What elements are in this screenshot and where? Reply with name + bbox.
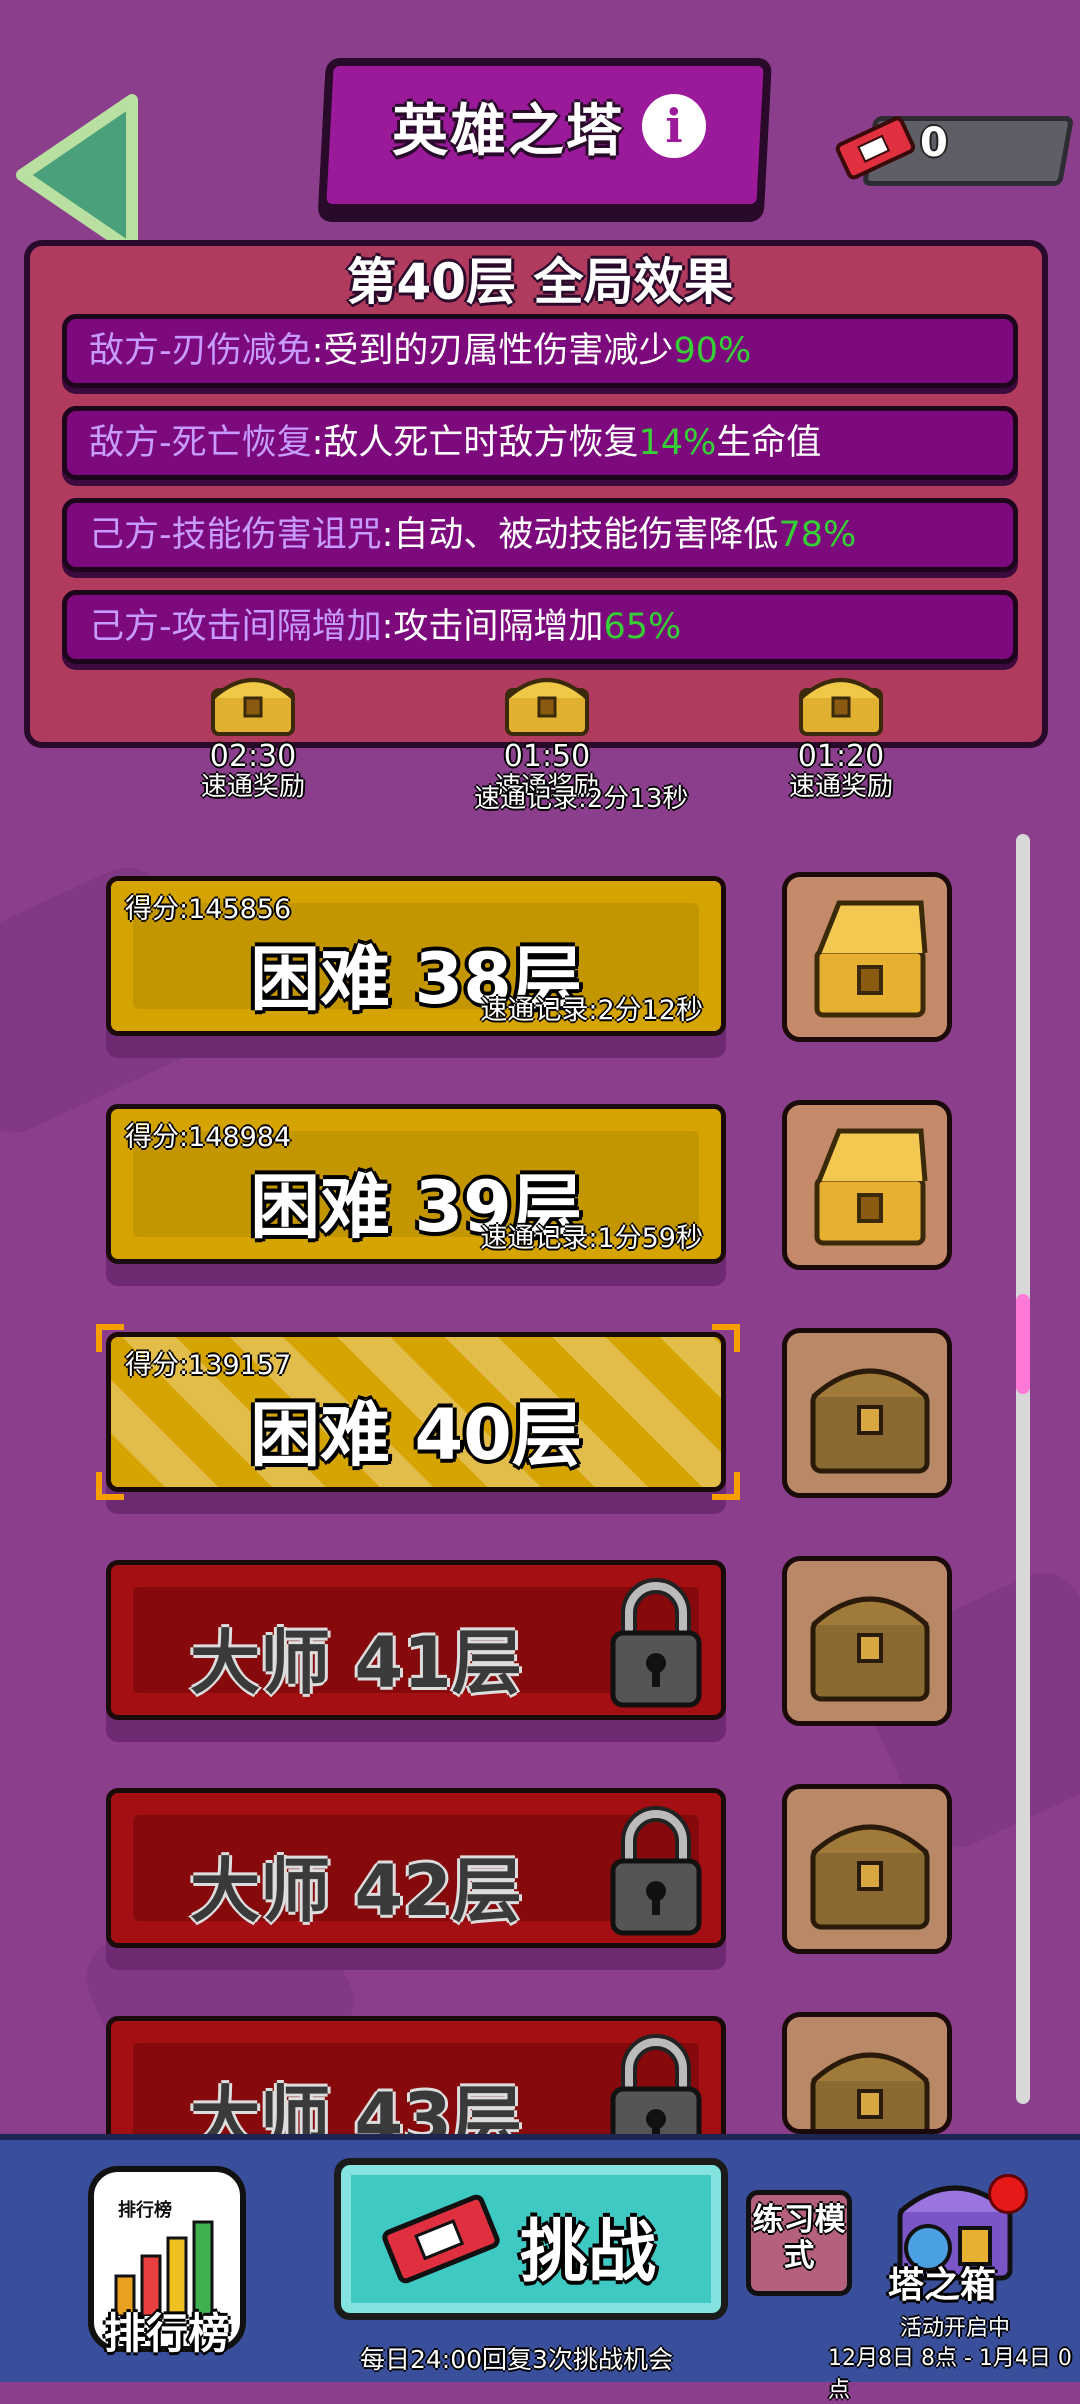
ticket-icon	[835, 116, 916, 180]
effect-label: 己方-技能伤害诅咒	[89, 515, 382, 555]
gold-chest-icon	[799, 678, 883, 736]
effect-row: 己方-技能伤害诅咒:自动、被动技能伤害降低78%	[62, 498, 1018, 572]
effect-text: :受到的刃属性伤害减少	[311, 331, 674, 371]
open-chest-icon	[814, 900, 928, 1018]
level-score: 得分:148984	[125, 1122, 292, 1153]
effect-row: 敌方-刃伤减免:受到的刃属性伤害减少90%	[62, 314, 1018, 388]
reward-time: 02:30	[209, 739, 297, 774]
chest-button-40[interactable]	[782, 1328, 952, 1498]
reward-label: 速通奖励	[200, 772, 305, 802]
speed-record: 速通记录:2分13秒	[474, 784, 689, 814]
leaderboard-badge-text: 排行榜	[118, 2200, 172, 2221]
level-card-38[interactable]: 得分:145856 困难 38层 速通记录:2分12秒	[106, 876, 726, 1036]
speed-reward[interactable]: 01:20 速通奖励	[766, 668, 916, 802]
ticket-count: 0	[920, 120, 948, 166]
level-score: 得分:145856	[125, 894, 292, 925]
info-icon[interactable]: i	[642, 94, 706, 158]
scrollbar-track[interactable]	[1016, 834, 1030, 2104]
reward-time: 01:20	[797, 739, 885, 774]
level-card-40[interactable]: 得分:139157 困难 40层	[106, 1332, 726, 1492]
selection-corner	[712, 1324, 740, 1352]
speed-reward[interactable]: 02:30 速通奖励	[178, 668, 328, 802]
gold-chest-icon	[211, 678, 295, 736]
level-name: 大师 42层	[190, 1850, 522, 1932]
effect-row: 敌方-死亡恢复:敌人死亡时敌方恢复14%生命值	[62, 406, 1018, 480]
effect-text: :敌人死亡时敌方恢复	[311, 423, 639, 463]
challenge-label[interactable]: 挑战	[520, 2196, 656, 2295]
closed-chest-icon	[810, 2052, 930, 2129]
effect-row: 己方-攻击间隔增加:攻击间隔增加65%	[62, 590, 1018, 664]
effect-label: 己方-攻击间隔增加	[89, 607, 382, 647]
reward-label: 速通奖励	[788, 772, 893, 802]
level-record: 速通记录:1分59秒	[480, 1223, 703, 1254]
tower-chest-label[interactable]: 塔之箱	[888, 2256, 996, 2308]
page-title: 英雄之塔	[392, 99, 624, 164]
leaderboard-label[interactable]: 排行榜	[104, 2300, 230, 2361]
event-status: 活动开启中	[900, 2316, 1011, 2341]
level-card-41[interactable]: 大师 41层	[106, 1560, 726, 1720]
scrollbar-thumb[interactable]	[1016, 1294, 1030, 1394]
level-name: 困难 40层	[250, 1394, 582, 1476]
selection-corner	[96, 1472, 124, 1500]
open-chest-icon	[814, 1128, 928, 1246]
chest-button-43[interactable]	[782, 2012, 952, 2134]
closed-chest-icon	[810, 1596, 930, 1702]
effect-text: :自动、被动技能伤害降低	[381, 515, 779, 555]
effect-text: :攻击间隔增加	[381, 607, 604, 647]
effect-value: 90%	[673, 331, 752, 371]
level-card-42[interactable]: 大师 42层	[106, 1788, 726, 1948]
chest-button-38[interactable]	[782, 872, 952, 1042]
lock-icon	[610, 1578, 702, 1708]
closed-chest-icon	[810, 1368, 930, 1474]
chest-button-39[interactable]	[782, 1100, 952, 1270]
reward-time: 01:50	[503, 739, 591, 774]
effect-value: 14%	[638, 423, 717, 463]
effect-value: 78%	[778, 515, 857, 555]
ticket-icon	[382, 2194, 500, 2284]
level-name: 大师 41层	[190, 1622, 522, 1704]
selection-corner	[96, 1324, 124, 1352]
notification-dot	[988, 2174, 1028, 2214]
effects-title: 第40层 全局效果	[346, 253, 734, 311]
effect-label: 敌方-刃伤减免	[89, 331, 312, 371]
back-arrow-icon[interactable]	[12, 90, 142, 260]
effect-suffix: 生命值	[716, 423, 822, 463]
practice-mode-label[interactable]: 练习模式	[746, 2202, 852, 2274]
event-dates: 12月8日 8点 - 1月4日 0点	[828, 2346, 1072, 2403]
level-card-39[interactable]: 得分:148984 困难 39层 速通记录:1分59秒	[106, 1104, 726, 1264]
closed-chest-icon	[810, 1824, 930, 1930]
chest-button-41[interactable]	[782, 1556, 952, 1726]
level-score: 得分:139157	[125, 1350, 292, 1381]
effect-label: 敌方-死亡恢复	[89, 423, 312, 463]
selection-corner	[712, 1472, 740, 1500]
lock-icon	[610, 1806, 702, 1936]
chest-button-42[interactable]	[782, 1784, 952, 1954]
level-record: 速通记录:2分12秒	[480, 995, 703, 1026]
gold-chest-icon	[505, 678, 589, 736]
effect-value: 65%	[603, 607, 682, 647]
daily-refresh-note: 每日24:00回复3次挑战机会	[360, 2345, 673, 2374]
